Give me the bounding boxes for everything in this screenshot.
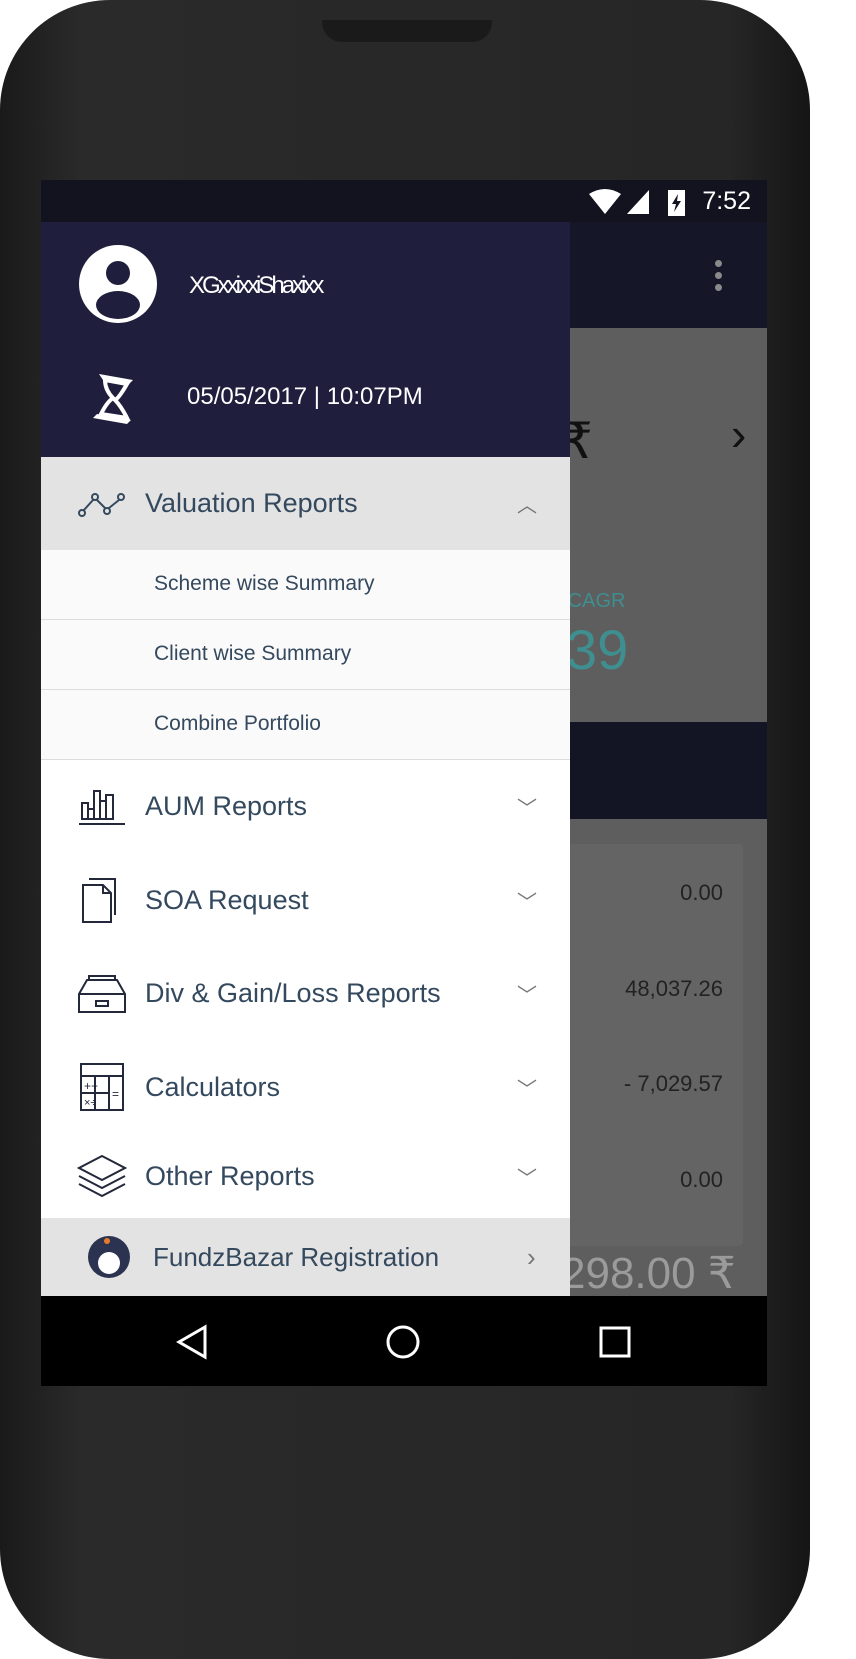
hourglass-icon xyxy=(93,374,133,424)
card-value: 48,037.26 xyxy=(625,976,723,1001)
menu-label: Valuation Reports xyxy=(145,488,358,518)
svg-text:+−: +− xyxy=(84,1079,98,1093)
overflow-menu-icon[interactable] xyxy=(715,260,723,296)
card-value: 0.00 xyxy=(680,880,723,905)
user-name: XGxxixxiShaxixx xyxy=(189,272,324,299)
card-value: 0.00 xyxy=(680,1167,723,1192)
home-button[interactable] xyxy=(385,1324,421,1360)
menu-label: SOA Request xyxy=(145,884,309,915)
summary-card: 0.00 48,037.26 - 7,029.57 0.00 xyxy=(551,844,743,1246)
navigation-drawer: XGxxixxiShaxixx 05/05/2017 | 10:07PM Val… xyxy=(41,222,570,1296)
speaker xyxy=(322,20,492,42)
phone-frame: 7:52 ₹ › g CAGR 39 298.00 ₹ 0.00 48,037.… xyxy=(0,0,810,1659)
cagr-value: 39 xyxy=(566,618,629,681)
menu-other-reports[interactable]: Other Reports ﹀ xyxy=(41,1134,570,1218)
chevron-right-icon: › xyxy=(527,1241,536,1272)
battery-charging-icon xyxy=(668,190,685,216)
chevron-down-icon: ﹀ xyxy=(517,985,537,1007)
menu-div-gain-loss-reports[interactable]: Div & Gain/Loss Reports ﹀ xyxy=(41,947,570,1040)
svg-text:=: = xyxy=(112,1087,119,1101)
menu-label: Div & Gain/Loss Reports xyxy=(145,978,441,1008)
chevron-down-icon: ﹀ xyxy=(517,1167,537,1190)
submenu-combine-portfolio[interactable]: Combine Portfolio xyxy=(41,690,570,760)
menu-label: AUM Reports xyxy=(145,791,308,821)
clock: 7:52 xyxy=(702,187,751,215)
documents-icon xyxy=(82,878,116,923)
fundzbazar-logo-icon xyxy=(88,1236,130,1278)
submenu-scheme-wise-summary[interactable]: Scheme wise Summary xyxy=(41,550,570,620)
menu-label: Other Reports xyxy=(145,1160,315,1191)
chevron-down-icon: ﹀ xyxy=(517,1078,537,1101)
back-button[interactable] xyxy=(175,1324,211,1360)
line-chart-icon xyxy=(78,492,125,517)
menu-fundzbazar-registration[interactable]: FundzBazar Registration › xyxy=(41,1218,570,1296)
submenu-label: Combine Portfolio xyxy=(154,712,321,735)
calculator-icon: +− ×÷ = xyxy=(80,1063,124,1111)
menu-aum-reports[interactable]: AUM Reports ﹀ xyxy=(41,760,570,853)
submenu-label: Client wise Summary xyxy=(154,642,352,665)
card-value: - 7,029.57 xyxy=(623,1071,723,1096)
total-value: 298.00 ₹ xyxy=(561,1249,736,1298)
chevron-down-icon: ﹀ xyxy=(517,891,537,914)
menu-soa-request[interactable]: SOA Request ﹀ xyxy=(41,853,570,947)
screen: 7:52 ₹ › g CAGR 39 298.00 ₹ 0.00 48,037.… xyxy=(41,180,767,1386)
next-arrow-icon[interactable]: › xyxy=(731,407,746,461)
menu-valuation-reports[interactable]: Valuation Reports ︿ xyxy=(41,457,570,550)
system-nav-bar xyxy=(41,1296,767,1386)
svg-text:×÷: ×÷ xyxy=(84,1097,96,1109)
layers-icon xyxy=(77,1154,127,1198)
inbox-tray-icon xyxy=(78,974,126,1013)
menu-label: FundzBazar Registration xyxy=(153,1241,440,1272)
submenu-label: Scheme wise Summary xyxy=(154,572,375,595)
drawer-header: XGxxixxiShaxixx 05/05/2017 | 10:07PM xyxy=(41,222,570,457)
last-login: 05/05/2017 | 10:07PM xyxy=(187,383,423,410)
recents-button[interactable] xyxy=(599,1326,631,1358)
chevron-down-icon: ﹀ xyxy=(517,798,537,820)
bar-chart-icon xyxy=(79,789,125,825)
submenu-client-wise-summary[interactable]: Client wise Summary xyxy=(41,620,570,690)
menu-label: Calculators xyxy=(145,1071,281,1102)
menu-calculators[interactable]: +− ×÷ = Calculators ﹀ xyxy=(41,1040,570,1134)
status-bar: 7:52 xyxy=(41,180,767,222)
wifi-signal-icon xyxy=(589,189,649,214)
avatar-icon xyxy=(79,245,157,323)
chevron-up-icon: ︿ xyxy=(517,495,537,517)
